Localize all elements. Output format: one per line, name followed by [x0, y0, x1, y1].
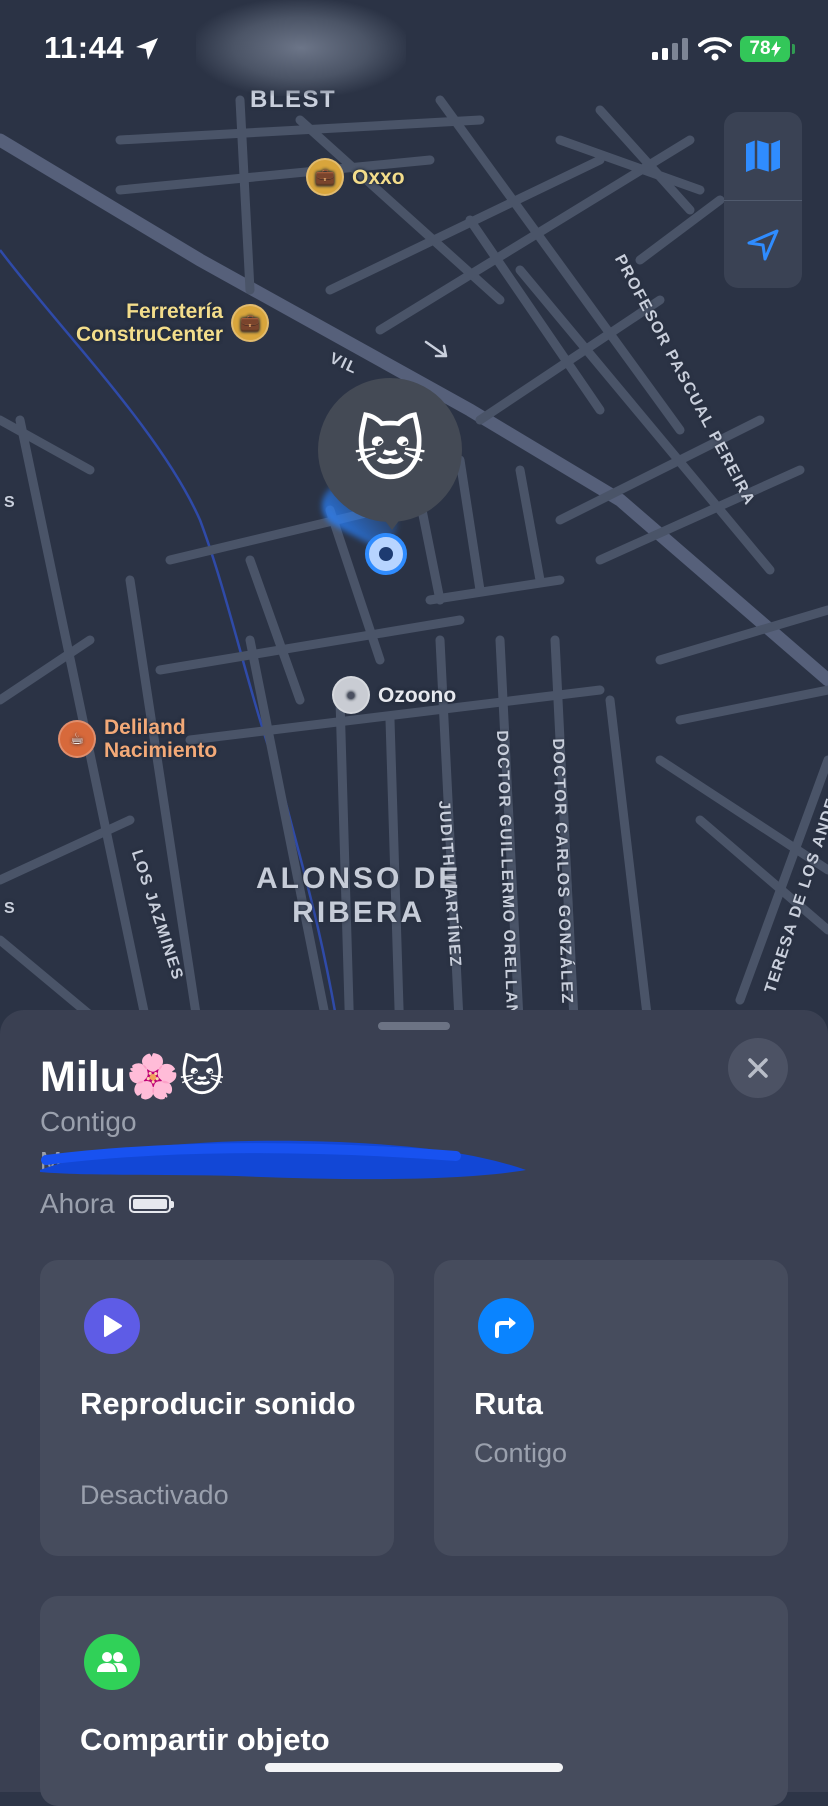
status-time: 11:44	[44, 30, 125, 65]
item-detail-sheet: Milu🌸🐱 Contigo Ma Ahora Reproducir sonid…	[0, 1010, 828, 1806]
poi-oxxo[interactable]: 💼 Oxxo	[306, 158, 405, 196]
cellular-signal-icon	[652, 38, 688, 60]
charging-bolt-icon	[770, 41, 781, 57]
close-button[interactable]	[728, 1038, 788, 1098]
sheet-grabber[interactable]	[378, 1022, 450, 1030]
item-marker-tail	[380, 514, 404, 530]
item-marker[interactable]: 🐱	[318, 378, 462, 522]
play-icon	[84, 1298, 140, 1354]
shopping-bag-icon: 💼	[306, 158, 344, 196]
item-title: Milu🌸🐱	[40, 1053, 225, 1101]
play-sound-title: Reproducir sonido	[80, 1386, 356, 1421]
location-services-icon	[136, 38, 158, 60]
battery-indicator: 78	[740, 36, 790, 62]
poi-deliland-nacimiento[interactable]: ☕ Deliland Nacimiento	[58, 716, 217, 762]
locate-me-button[interactable]	[724, 201, 802, 288]
item-battery-icon	[128, 1195, 174, 1213]
play-sound-card[interactable]: Reproducir sonido Desactivado	[40, 1260, 394, 1556]
takeout-icon: ☕	[58, 720, 96, 758]
location-arrow-icon	[747, 229, 779, 261]
poi-label: Ferretería ConstruCenter	[76, 300, 224, 346]
wifi-icon	[698, 37, 732, 61]
poi-label: Deliland Nacimiento	[104, 716, 218, 762]
directions-title: Ruta	[474, 1386, 543, 1421]
redacted-address: Ma	[36, 1130, 536, 1196]
blurred-notch-area	[196, 0, 406, 96]
battery-cap	[792, 44, 795, 54]
map-controls	[724, 112, 802, 288]
share-item-title: Compartir objeto	[80, 1722, 330, 1757]
user-location-dot[interactable]	[365, 533, 407, 575]
poi-label: Ozoono	[378, 683, 457, 707]
shopping-bag-icon: 💼	[231, 304, 270, 342]
last-seen-label: Ahora	[40, 1188, 115, 1219]
status-bar: 11:44 78	[0, 0, 828, 96]
play-sound-status: Desactivado	[80, 1480, 229, 1510]
one-way-arrow-icon	[424, 340, 448, 358]
directions-subtitle: Contigo	[474, 1438, 568, 1468]
poi-ozoono[interactable]: ● Ozoono	[332, 676, 456, 714]
map-mode-button[interactable]	[724, 112, 802, 200]
directions-card[interactable]: Ruta Contigo	[434, 1260, 788, 1556]
district-label: ALONSO DE RIBERA	[256, 862, 462, 929]
share-item-card[interactable]: Compartir objeto	[40, 1596, 788, 1806]
people-icon	[84, 1634, 140, 1690]
directions-icon	[478, 1298, 534, 1354]
dot-icon: ●	[332, 676, 370, 714]
cat-face-icon: 🐱	[353, 411, 427, 489]
map-mode-icon	[746, 140, 780, 172]
street-label-s-2: S	[4, 900, 17, 917]
home-indicator[interactable]	[265, 1763, 563, 1772]
poi-label: Oxxo	[352, 165, 405, 189]
redaction-scribble	[40, 1140, 526, 1180]
map-view[interactable]: BLEST VIL PROFESOR PASCUAL PEREIRA JUDIT…	[0, 0, 828, 1040]
last-seen-row: Ahora	[40, 1188, 174, 1220]
street-label-s-1: S	[4, 494, 17, 511]
close-icon	[748, 1058, 768, 1078]
poi-ferreteria-construcenter[interactable]: 💼 Ferretería ConstruCenter	[76, 300, 270, 346]
battery-percent: 78	[749, 38, 771, 59]
